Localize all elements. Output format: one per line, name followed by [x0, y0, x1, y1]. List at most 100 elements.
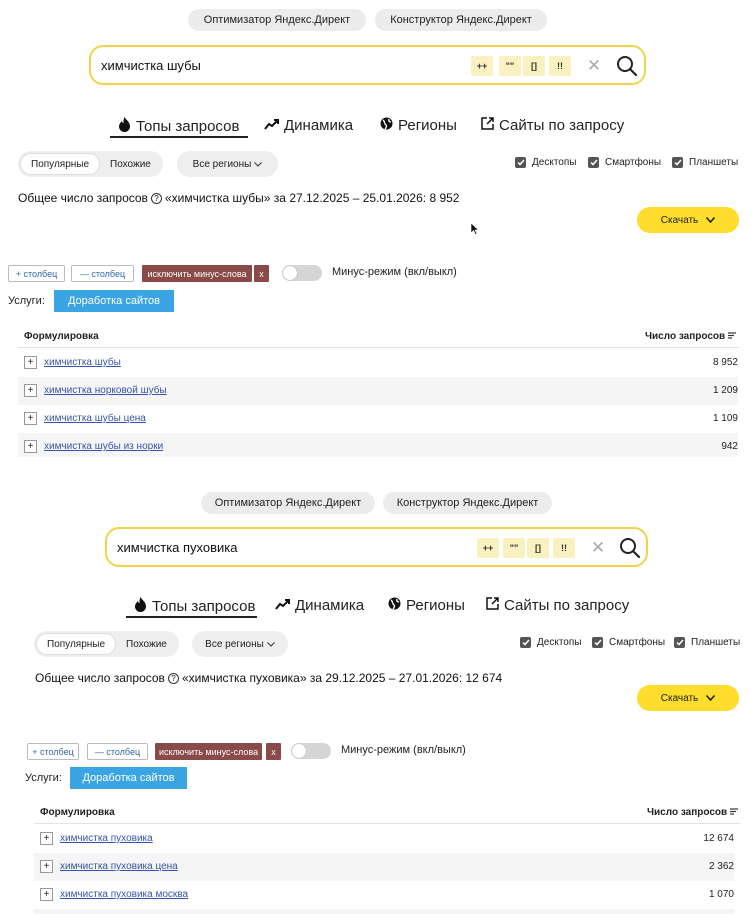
tab-dynamics[interactable]: Динамика: [264, 117, 353, 134]
minus-mode-label: Минус-режим (вкл/выкл): [332, 266, 457, 278]
service-web-dev-button[interactable]: Доработка сайтов: [70, 767, 187, 789]
search-icon[interactable]: [615, 54, 639, 78]
header-count[interactable]: Число запросов: [647, 807, 739, 818]
service-web-dev-button[interactable]: Доработка сайтов: [54, 290, 174, 312]
segment-popular[interactable]: Популярные: [36, 633, 117, 655]
help-icon[interactable]: ?: [167, 672, 179, 684]
phrase-link[interactable]: химчистка пуховика москва: [60, 889, 188, 900]
phrase-link[interactable]: химчистка норковой шубы: [44, 385, 167, 396]
tab-tops[interactable]: Топы запросов: [118, 117, 239, 136]
add-phrase-button[interactable]: +: [40, 888, 53, 901]
table-divider: [34, 823, 740, 824]
phrase-link[interactable]: химчистка пуховика: [60, 833, 153, 844]
popularity-segment: Популярные Похожие: [18, 151, 163, 177]
op-plus-button[interactable]: ++: [477, 538, 499, 558]
toggle-knob: [292, 744, 306, 758]
device-desktop[interactable]: Десктопы: [515, 157, 576, 168]
exclude-minus-words-button[interactable]: исключить минус-слова: [155, 743, 262, 760]
op-exclaim-button[interactable]: !!: [553, 538, 575, 558]
op-quotes-button[interactable]: "": [499, 56, 521, 76]
checkbox-checked-icon[interactable]: [520, 637, 531, 648]
device-desktop-label: Десктопы: [532, 157, 577, 168]
phrase-link[interactable]: химчистка шубы цена: [44, 413, 146, 424]
device-tablet[interactable]: Планшеты: [672, 157, 738, 168]
tab-tops[interactable]: Топы запросов: [134, 597, 255, 616]
phrase-link[interactable]: химчистка пуховика цена: [60, 861, 178, 872]
add-phrase-button[interactable]: +: [24, 356, 37, 369]
tab-sites[interactable]: Сайты по запросу: [481, 117, 624, 134]
phrase-link[interactable]: химчистка шубы из норки: [44, 441, 163, 452]
add-column-button[interactable]: + столбец: [27, 743, 79, 760]
optimizer-button[interactable]: Оптимизатор Яндекс.Директ: [188, 9, 366, 31]
constructor-button[interactable]: Конструктор Яндекс.Директ: [375, 9, 547, 31]
toggle-knob: [283, 266, 297, 280]
region-select[interactable]: Все регионы: [192, 631, 288, 657]
tab-sites[interactable]: Сайты по запросу: [486, 597, 629, 614]
add-column-button[interactable]: + столбец: [8, 265, 65, 282]
wordstat-panel-2: Оптимизатор Яндекс.Директ Конструктор Ян…: [0, 457, 751, 914]
tab-underline: [126, 616, 257, 618]
tab-sites-label: Сайты по запросу: [499, 117, 625, 134]
phrase-count: 1 070: [708, 889, 734, 900]
op-exclaim-button[interactable]: !!: [549, 56, 571, 76]
device-smartphone-label: Смартфоны: [609, 637, 666, 648]
remove-column-button[interactable]: — столбец: [71, 265, 134, 282]
phrase-link[interactable]: химчистка шубы: [44, 357, 121, 368]
checkbox-checked-icon[interactable]: [672, 157, 683, 168]
total-label: Общее число запросов: [18, 191, 148, 205]
header-count[interactable]: Число запросов: [645, 331, 737, 342]
device-desktop[interactable]: Десктопы: [520, 637, 581, 648]
device-tablet-label: Планшеты: [691, 637, 741, 648]
search-input[interactable]: химчистка пуховика: [117, 540, 238, 555]
tab-regions-label: Регионы: [398, 117, 457, 134]
exclude-minus-words-button[interactable]: исключить минус-слова: [142, 265, 252, 282]
add-phrase-button[interactable]: +: [24, 440, 37, 453]
sort-icon[interactable]: [730, 807, 739, 818]
add-phrase-button[interactable]: +: [24, 384, 37, 397]
download-button[interactable]: Скачать: [637, 207, 739, 233]
device-smartphone-label: Смартфоны: [605, 157, 662, 168]
checkbox-checked-icon[interactable]: [515, 157, 526, 168]
table-row: + химчистка пуховика 12 674: [34, 825, 734, 853]
add-phrase-button[interactable]: +: [24, 412, 37, 425]
total-value: «химчистка пуховика» за 29.12.2025 – 27.…: [181, 671, 503, 685]
op-brackets-button[interactable]: []: [523, 56, 545, 76]
device-smartphone[interactable]: Смартфоны: [592, 637, 665, 648]
add-phrase-button[interactable]: +: [40, 832, 53, 845]
search-input[interactable]: химчистка шубы: [101, 58, 201, 73]
clear-icon[interactable]: ✕: [585, 55, 603, 77]
device-smartphone[interactable]: Смартфоны: [588, 157, 661, 168]
checkbox-checked-icon[interactable]: [674, 637, 685, 648]
op-brackets-button[interactable]: []: [527, 538, 549, 558]
tab-regions[interactable]: Регионы: [380, 117, 457, 134]
search-icon[interactable]: [618, 536, 642, 560]
optimizer-button[interactable]: Оптимизатор Яндекс.Директ: [201, 492, 375, 514]
segment-popular[interactable]: Популярные: [20, 153, 101, 175]
op-quotes-button[interactable]: "": [503, 538, 525, 558]
constructor-button[interactable]: Конструктор Яндекс.Директ: [383, 492, 552, 514]
close-minus-button[interactable]: x: [266, 743, 281, 760]
table-divider: [18, 347, 739, 348]
minus-mode-toggle[interactable]: [282, 265, 322, 281]
region-select[interactable]: Все регионы: [177, 151, 278, 177]
tab-dynamics[interactable]: Динамика: [275, 597, 364, 614]
tab-regions[interactable]: Регионы: [388, 597, 465, 614]
add-phrase-button[interactable]: +: [40, 860, 53, 873]
total-count: Общее число запросов ? «химчистка пухови…: [35, 671, 502, 685]
sort-icon[interactable]: [728, 331, 737, 342]
help-icon[interactable]: ?: [150, 192, 162, 204]
segment-similar[interactable]: Похожие: [100, 153, 161, 175]
minus-mode-toggle[interactable]: [291, 743, 331, 759]
segment-similar[interactable]: Похожие: [116, 633, 177, 655]
download-button[interactable]: Скачать: [637, 685, 739, 711]
device-tablet[interactable]: Планшеты: [674, 637, 740, 648]
close-minus-button[interactable]: x: [254, 265, 269, 282]
device-desktop-label: Десктопы: [537, 637, 582, 648]
remove-column-button[interactable]: — столбец: [87, 743, 148, 760]
checkbox-checked-icon[interactable]: [592, 637, 603, 648]
clear-icon[interactable]: ✕: [589, 537, 607, 559]
checkbox-checked-icon[interactable]: [588, 157, 599, 168]
op-plus-button[interactable]: ++: [471, 56, 493, 76]
tab-regions-label: Регионы: [406, 597, 465, 614]
region-select-label: Все регионы: [192, 158, 252, 170]
